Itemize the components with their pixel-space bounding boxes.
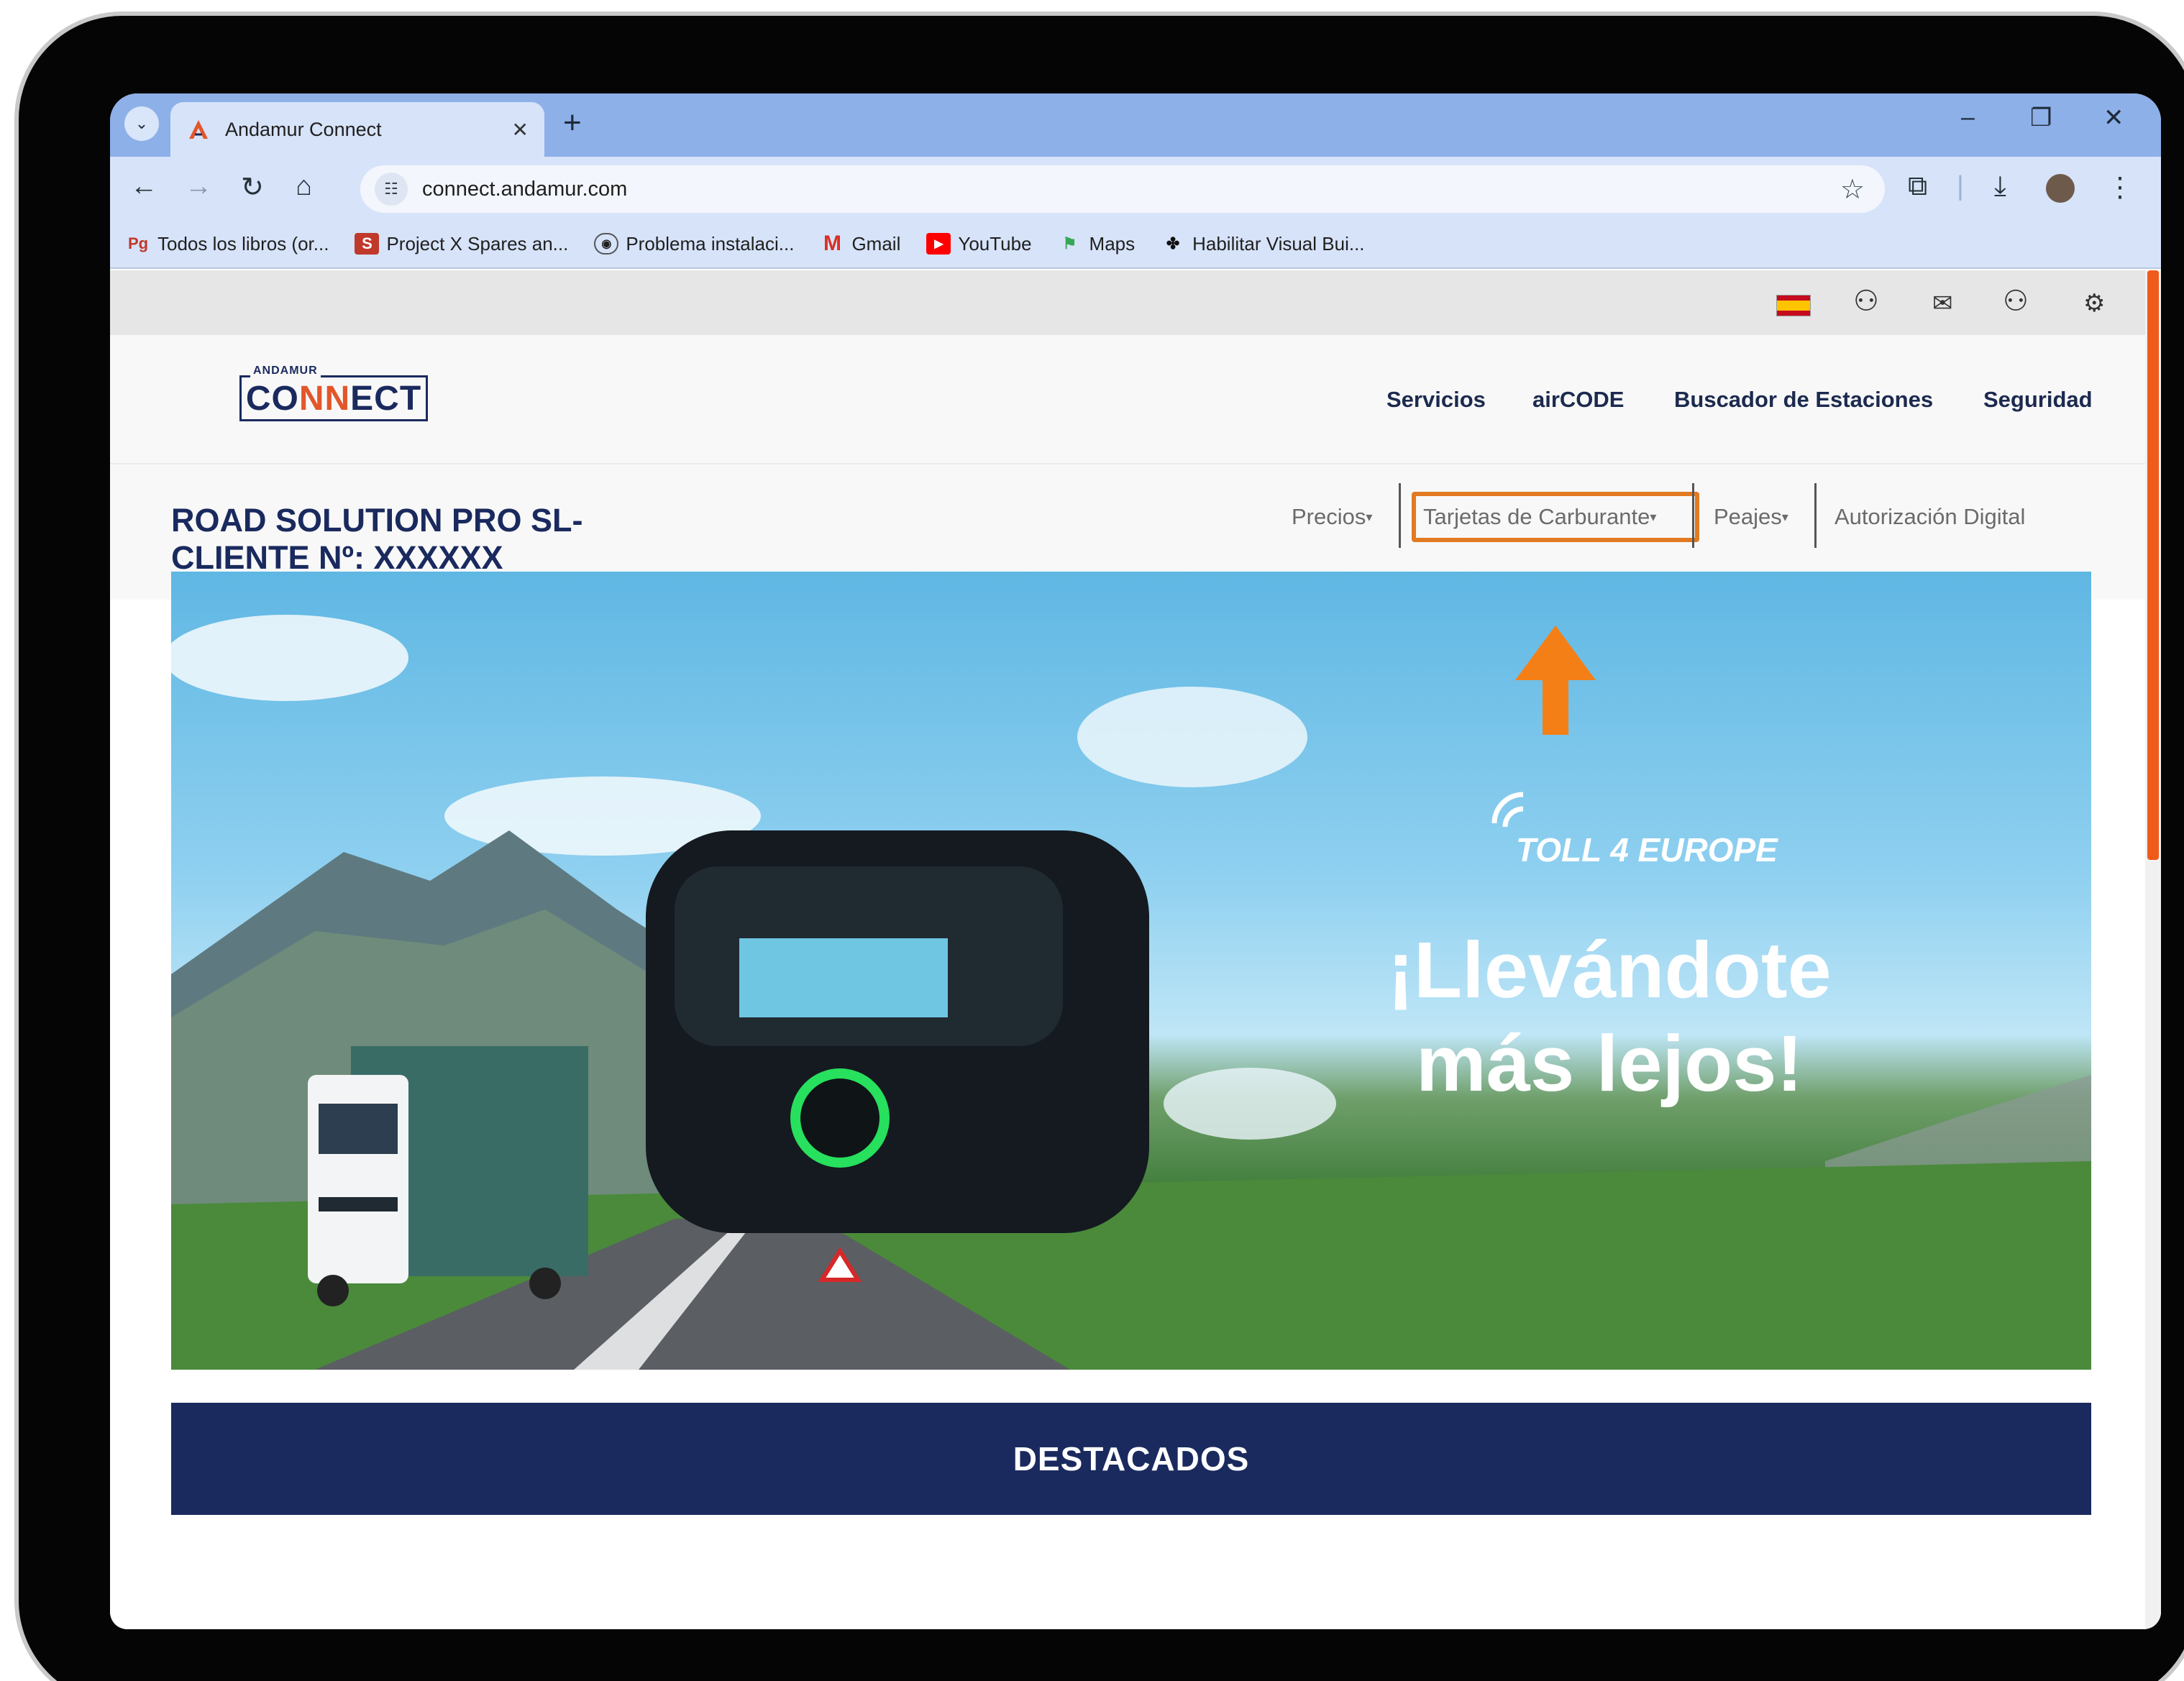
profile-avatar[interactable]: [2046, 174, 2075, 203]
toll4europe-logo: TOLL 4 EUROPE: [1516, 831, 1778, 869]
bookmark-item[interactable]: ⚑ Maps: [1058, 232, 1136, 255]
subnav-divider: [1399, 483, 1401, 548]
nav-buscador-estaciones[interactable]: Buscador de Estaciones: [1674, 387, 1933, 413]
client-name: ROAD SOLUTION PRO SL- CLIENTE Nº: XXXXXX: [171, 502, 583, 577]
home-icon[interactable]: ⌂: [296, 171, 312, 202]
bookmark-star-icon[interactable]: ☆: [1840, 173, 1865, 206]
bookmark-item[interactable]: S Project X Spares an...: [355, 233, 568, 255]
caret-down-icon: ▾: [1781, 509, 1788, 524]
utility-bar: ⚇ ✉ ⚇ ⚙: [110, 270, 2145, 335]
bookmark-label: Project X Spares an...: [386, 232, 569, 255]
scrollbar-thumb[interactable]: [2147, 270, 2159, 860]
tab-title: Andamur Connect: [225, 118, 382, 140]
logo-top-text: ANDAMUR: [250, 365, 321, 377]
window-close-icon[interactable]: ✕: [2103, 104, 2124, 132]
minimize-icon[interactable]: –: [1961, 104, 1975, 132]
subnav-divider: [1814, 483, 1817, 548]
youtube-icon: ▶: [926, 233, 951, 255]
address-bar[interactable]: ☷ connect.andamur.com ☆: [360, 165, 1885, 213]
bookmark-label: YouTube: [958, 232, 1032, 255]
logo-text-b: NN: [298, 379, 351, 418]
page-icon: ◉: [594, 233, 619, 255]
site-settings-icon[interactable]: ☷: [375, 173, 408, 206]
andamur-favicon-icon: [189, 120, 208, 139]
url-text[interactable]: connect.andamur.com: [422, 178, 1840, 201]
web-page: ⚇ ✉ ⚇ ⚙ ANDAMUR CO NN ECT Servicios airCOD…: [110, 270, 2145, 1629]
subnav-precios[interactable]: Precios ▾: [1292, 486, 1372, 548]
gmail-icon: M: [823, 232, 841, 255]
client-line1: ROAD SOLUTION PRO SL-: [171, 502, 583, 539]
user-icon[interactable]: ⚇: [1853, 285, 1879, 318]
menu-kebab-icon[interactable]: ⋮: [2106, 171, 2134, 203]
back-icon[interactable]: ←: [130, 171, 157, 202]
caret-down-icon: ▾: [1366, 509, 1373, 524]
subnav-label: Autorización Digital: [1835, 504, 2026, 529]
section-title: DESTACADOS: [1013, 1440, 1250, 1478]
bookmark-item[interactable]: ▶ YouTube: [926, 232, 1032, 255]
download-icon[interactable]: ⤓: [1994, 171, 2006, 202]
pg-icon: Pg: [127, 234, 149, 252]
toolbar-divider: |: [1957, 171, 1964, 201]
chevron-down-icon: ⌄: [134, 114, 149, 132]
subnav-label: Precios: [1292, 504, 1366, 529]
orange-arrow-up-icon: [1515, 626, 1596, 735]
subnav-label: Peajes: [1714, 504, 1782, 529]
destacados-banner: DESTACADOS: [171, 1403, 2091, 1515]
andamur-connect-logo[interactable]: ANDAMUR CO NN ECT: [239, 365, 428, 421]
bookmark-item[interactable]: ✤ Habilitar Visual Bui...: [1161, 232, 1365, 255]
reload-icon[interactable]: ↻: [241, 171, 264, 203]
bookmark-label: Gmail: [851, 232, 901, 255]
new-tab-button[interactable]: +: [563, 105, 582, 141]
nav-seguridad[interactable]: Seguridad: [1983, 387, 2093, 413]
banner-headline-1: ¡Llevándote: [1387, 926, 1832, 1014]
bookmark-item[interactable]: ◉ Problema instalaci...: [594, 233, 794, 255]
close-tab-icon[interactable]: ✕: [512, 118, 529, 142]
bookmark-label: Todos los libros (or...: [157, 232, 329, 255]
tab-andamur-connect[interactable]: Andamur Connect ✕: [170, 102, 544, 157]
bookmark-label: Habilitar Visual Bui...: [1192, 232, 1365, 255]
tablet-frame: ⌄ Andamur Connect ✕ + – ❐ ✕ ← → ↻ ⌂ ☷ co…: [14, 12, 2184, 1681]
tab-search-button[interactable]: ⌄: [124, 106, 159, 141]
bookmark-label: Maps: [1089, 232, 1136, 255]
banner-headline-2: más lejos!: [1415, 1020, 1804, 1108]
bookmark-item[interactable]: Pg Todos los libros (or...: [126, 233, 329, 255]
extensions-icon[interactable]: ⧉: [1908, 171, 1927, 202]
forward-icon[interactable]: →: [185, 171, 212, 202]
nav-aircode[interactable]: airCODE: [1532, 387, 1624, 413]
hero-banner[interactable]: TOLL 4 EUROPE ¡Llevándote más lejos!: [171, 572, 2091, 1370]
restore-icon[interactable]: ❐: [2030, 104, 2052, 132]
bookmark-item[interactable]: M Gmail: [820, 232, 901, 255]
browser-window: ⌄ Andamur Connect ✕ + – ❐ ✕ ← → ↻ ⌂ ☷ co…: [110, 93, 2161, 1629]
site-header: ANDAMUR CO NN ECT Servicios airCODE Buscad…: [110, 335, 2145, 464]
bookmark-label: Problema instalaci...: [626, 232, 795, 255]
logo-text-a: CO: [245, 379, 299, 418]
spain-flag-icon[interactable]: [1776, 295, 1811, 316]
account-icon[interactable]: ⚇: [2003, 285, 2029, 318]
mail-icon[interactable]: ✉: [1932, 289, 1953, 318]
maps-icon: ⚑: [1062, 234, 1077, 252]
logo-text-c: ECT: [350, 379, 422, 418]
bookmarks-bar: Pg Todos los libros (or... S Project X S…: [110, 220, 2161, 269]
subnav-peajes[interactable]: Peajes ▾: [1714, 486, 1788, 548]
subnav-divider: [1692, 483, 1694, 548]
page-scrollbar[interactable]: [2145, 270, 2161, 1629]
highlight-box: [1412, 492, 1699, 542]
nav-servicios[interactable]: Servicios: [1386, 387, 1486, 413]
puzzle-icon: ✤: [1166, 234, 1180, 252]
tab-bar: ⌄ Andamur Connect ✕ + – ❐ ✕: [110, 93, 2161, 157]
browser-toolbar: ← → ↻ ⌂ ☷ connect.andamur.com ☆ ⧉ | ⤓ ⋮: [110, 157, 2161, 220]
settings-gears-icon[interactable]: ⚙: [2083, 289, 2105, 318]
s-icon: S: [355, 233, 380, 255]
subnav-autorizacion-digital[interactable]: Autorización Digital: [1835, 486, 2025, 548]
